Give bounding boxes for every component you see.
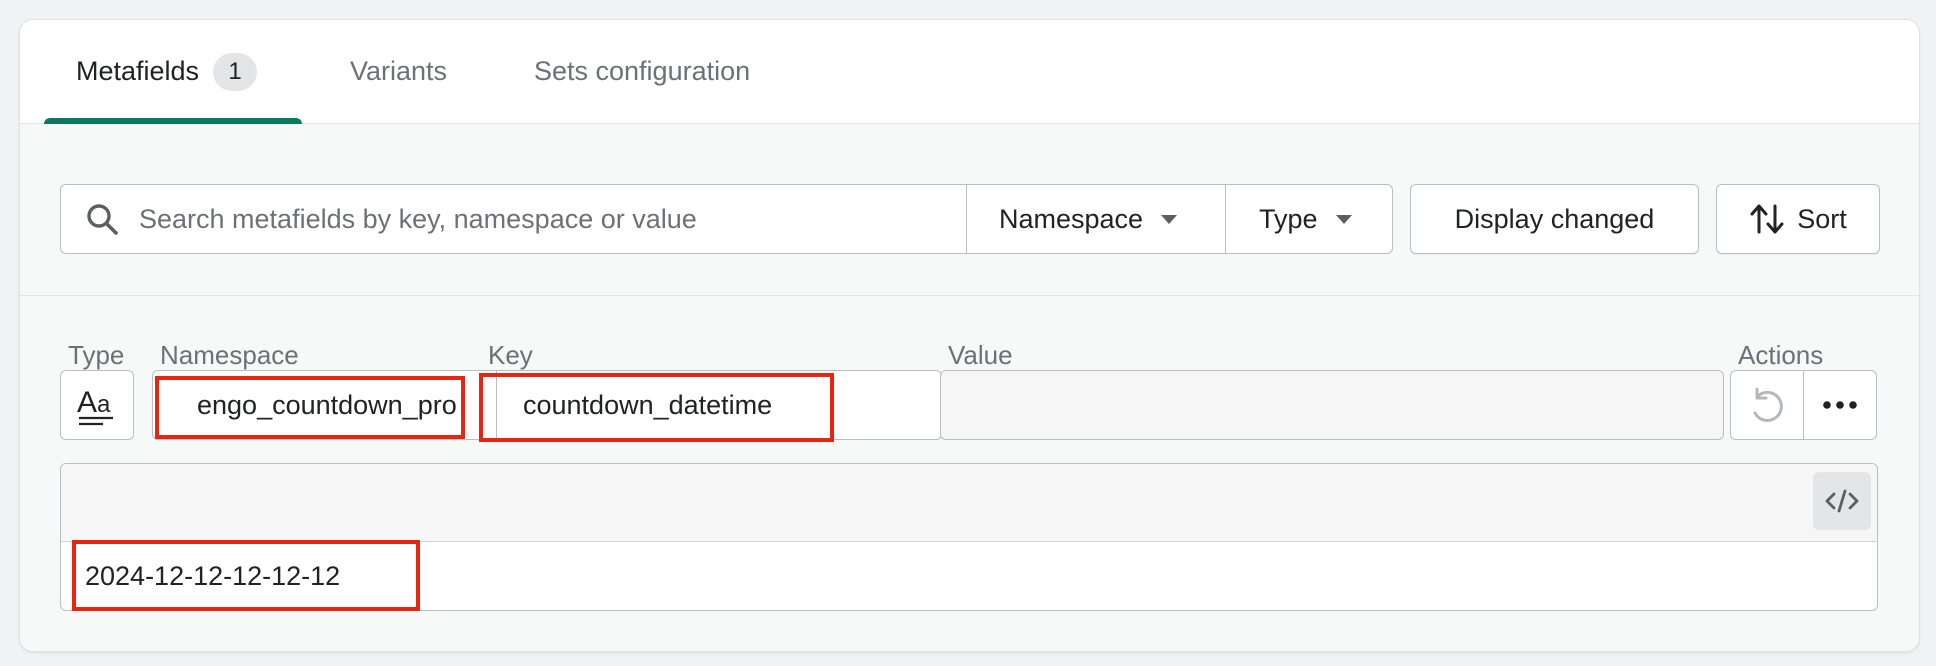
value-editor-input[interactable]: 2024-12-12-12-12-12 [61, 542, 1877, 610]
tab-variants-label: Variants [350, 56, 448, 86]
svg-text:A: A [77, 386, 97, 419]
code-view-toggle[interactable] [1813, 472, 1871, 530]
caret-down-icon [1161, 214, 1178, 224]
search-input[interactable] [137, 202, 961, 236]
sort-label: Sort [1797, 203, 1847, 234]
search-icon [87, 204, 118, 235]
key-field[interactable]: countdown_datetime [496, 370, 942, 440]
namespace-filter-label: Namespace [999, 203, 1144, 234]
namespace-value: engo_countdown_pro [197, 389, 457, 420]
svg-text:a: a [97, 391, 111, 418]
value-field[interactable] [940, 370, 1724, 440]
display-changed-label: Display changed [1454, 203, 1655, 234]
column-header-namespace: Namespace [160, 340, 299, 370]
caret-down-icon [1335, 214, 1352, 224]
text-type-icon: A a [77, 386, 113, 426]
editor-value-text: 2024-12-12-12-12-12 [85, 560, 341, 591]
namespace-field[interactable]: engo_countdown_pro [152, 370, 497, 440]
metafield-type-button[interactable]: A a [60, 370, 134, 440]
value-editor: 2024-12-12-12-12-12 [60, 463, 1878, 611]
more-horizontal-icon [1823, 401, 1857, 409]
namespace-filter-dropdown[interactable]: Namespace [966, 184, 1226, 254]
tab-sets-configuration-label: Sets configuration [534, 56, 751, 86]
display-changed-button[interactable]: Display changed [1410, 184, 1699, 254]
metafields-count-badge: 1 [213, 52, 258, 91]
tab-sets-configuration[interactable]: Sets configuration [534, 20, 750, 123]
code-icon [1825, 489, 1859, 513]
column-header-value: Value [948, 340, 1013, 370]
type-filter-dropdown[interactable]: Type [1225, 184, 1393, 254]
tab-bar: Metafields 1 Variants Sets configuration [20, 20, 1919, 124]
type-filter-label: Type [1259, 203, 1318, 234]
column-header-key: Key [488, 340, 533, 370]
revert-button[interactable] [1730, 370, 1804, 440]
sort-arrows-icon [1750, 204, 1784, 234]
undo-icon [1753, 387, 1783, 422]
search-box [60, 184, 966, 254]
tab-variants[interactable]: Variants [350, 20, 447, 123]
value-editor-toolbar [61, 464, 1877, 542]
column-header-actions: Actions [1738, 340, 1824, 370]
sort-button[interactable]: Sort [1716, 184, 1880, 254]
tab-metafields[interactable]: Metafields 1 [76, 20, 258, 123]
key-value: countdown_datetime [523, 389, 773, 420]
more-actions-button[interactable] [1803, 370, 1877, 440]
filter-toolbar: Namespace Type Display changed Sort [20, 124, 1919, 296]
tab-metafields-label: Metafields [76, 56, 200, 86]
column-header-type: Type [68, 340, 125, 370]
metafields-card: Metafields 1 Variants Sets configuration… [19, 19, 1920, 652]
